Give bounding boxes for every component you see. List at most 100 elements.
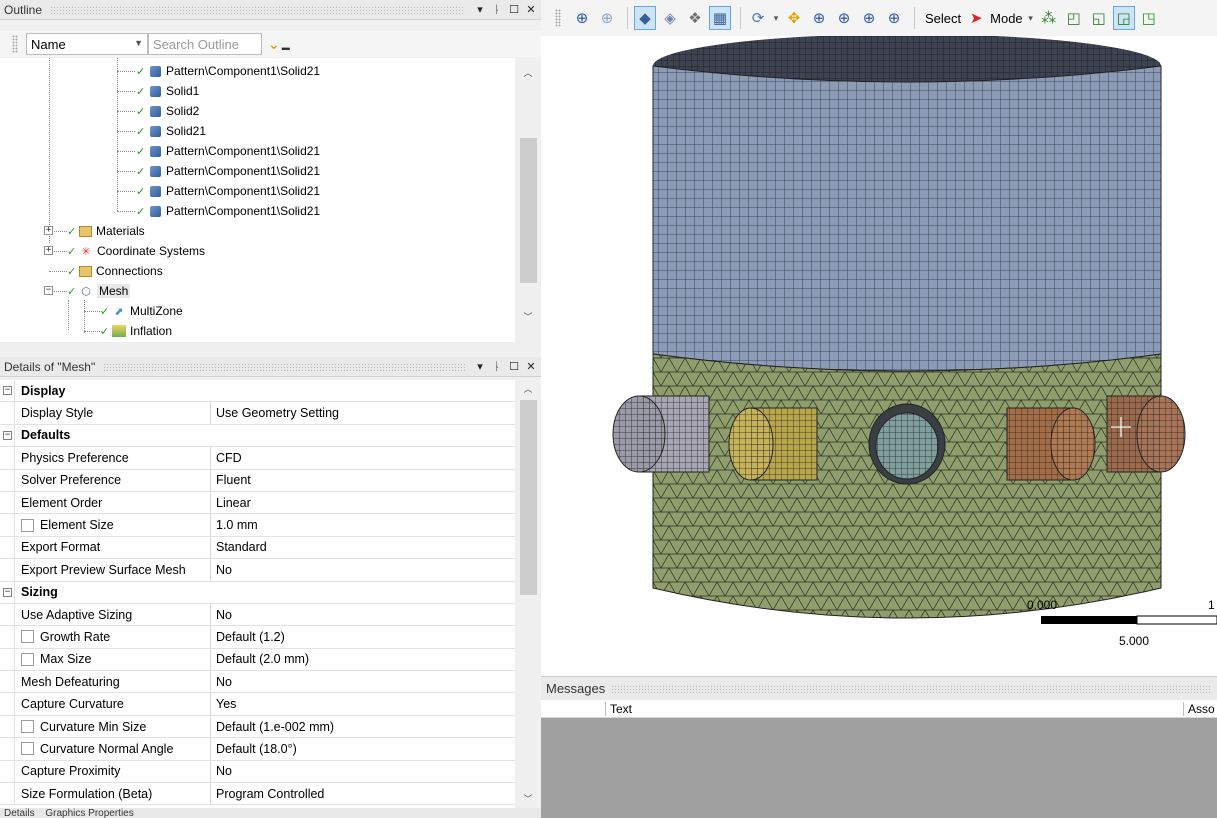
maximize-icon[interactable]: ☐ bbox=[507, 3, 521, 16]
zoom-selection-icon[interactable]: ⊕ bbox=[596, 6, 618, 30]
graphics-viewport[interactable]: 0.000 5.000 1 bbox=[541, 36, 1217, 676]
magnifier-icon[interactable]: ⊕ bbox=[883, 6, 905, 30]
details-property-row[interactable]: Capture Curvature Yes bbox=[0, 693, 515, 716]
details-property-row[interactable]: Curvature Normal Angle Default (18.0°) bbox=[0, 738, 515, 761]
select-label[interactable]: Select bbox=[925, 11, 961, 26]
tree-item-inflation[interactable]: ✓ Inflation bbox=[100, 321, 172, 341]
scroll-thumb[interactable] bbox=[520, 400, 537, 595]
outline-filter-select[interactable]: Name ▼ bbox=[26, 33, 148, 55]
zoom-fit-all-icon[interactable]: ⊕ bbox=[858, 6, 880, 30]
property-value[interactable]: Use Geometry Setting bbox=[211, 402, 515, 423]
property-value[interactable]: No bbox=[211, 671, 515, 692]
box-zoom-icon[interactable]: ⊕ bbox=[833, 6, 855, 30]
property-value[interactable]: Linear bbox=[211, 492, 515, 513]
property-value[interactable]: No bbox=[211, 559, 515, 580]
zoom-to-fit-icon[interactable]: ⊕ bbox=[571, 6, 593, 30]
property-value[interactable]: Yes bbox=[211, 693, 515, 714]
scroll-up-icon[interactable]: ︿ bbox=[518, 380, 538, 398]
parameter-checkbox[interactable] bbox=[21, 518, 34, 532]
panel-grip[interactable] bbox=[50, 5, 465, 14]
property-value[interactable]: Standard bbox=[211, 537, 515, 558]
mode-dropdown-caret-icon[interactable]: ▾ bbox=[1027, 6, 1035, 30]
parameter-checkbox[interactable] bbox=[21, 630, 34, 644]
tree-item-mesh[interactable]: ✓ ⬡ Mesh bbox=[67, 281, 131, 301]
expand-icon[interactable]: + bbox=[44, 226, 53, 235]
parameter-checkbox[interactable] bbox=[21, 742, 34, 756]
details-section-header[interactable]: − Display bbox=[0, 380, 515, 403]
close-icon[interactable]: ✕ bbox=[524, 360, 538, 373]
expand-icon[interactable]: + bbox=[44, 246, 53, 255]
details-property-row[interactable]: Mesh Defeaturing No bbox=[0, 671, 515, 694]
parameter-checkbox[interactable] bbox=[21, 720, 34, 734]
tree-item-solid[interactable]: ✓ Pattern\Component1\Solid21 bbox=[136, 61, 320, 81]
property-value[interactable]: 1.0 mm bbox=[211, 514, 515, 535]
collapse-icon[interactable]: − bbox=[3, 430, 12, 440]
details-property-row[interactable]: Physics Preference CFD bbox=[0, 447, 515, 470]
rotate-icon[interactable]: ⟳ bbox=[747, 6, 769, 30]
body-select-icon[interactable]: ◲ bbox=[1112, 6, 1135, 30]
property-value[interactable]: Default (1.2) bbox=[211, 626, 515, 647]
details-property-row[interactable]: Max Size Default (2.0 mm) bbox=[0, 648, 515, 672]
tree-item-solid[interactable]: ✓ Pattern\Component1\Solid21 bbox=[136, 141, 320, 161]
details-scrollbar[interactable]: ︿ ﹀ bbox=[518, 380, 538, 808]
scroll-up-icon[interactable]: ︿ bbox=[518, 64, 538, 82]
details-property-row[interactable]: Display Style Use Geometry Setting bbox=[0, 402, 515, 425]
tab-graphics-properties[interactable]: Graphics Properties bbox=[45, 808, 133, 818]
tree-item-solid[interactable]: ✓ Pattern\Component1\Solid21 bbox=[136, 201, 320, 221]
search-outline-input[interactable]: Search Outline bbox=[148, 33, 262, 55]
wireframe-view-icon[interactable]: ❖ bbox=[684, 6, 706, 30]
details-property-row[interactable]: Size Formulation (Beta) Program Controlle… bbox=[0, 783, 515, 806]
mesh-model[interactable] bbox=[541, 36, 1217, 676]
solid-view-icon[interactable]: ◆ bbox=[634, 6, 656, 30]
pin-icon[interactable]: ᚿ bbox=[490, 360, 504, 373]
details-property-row[interactable]: Element Size 1.0 mm bbox=[0, 514, 515, 537]
overflow-icon[interactable]: ▬ bbox=[282, 43, 290, 52]
panel-grip[interactable] bbox=[103, 362, 465, 371]
node-select-icon[interactable]: ◳ bbox=[1138, 6, 1160, 30]
details-property-row[interactable]: Export Format Standard bbox=[0, 536, 515, 560]
column-text[interactable]: Text bbox=[605, 702, 632, 716]
scroll-down-icon[interactable]: ﹀ bbox=[518, 308, 538, 326]
details-property-row[interactable]: Element Order Linear bbox=[0, 491, 515, 515]
rotate-dropdown-icon[interactable]: ▾ bbox=[772, 6, 780, 30]
dropdown-icon[interactable]: ▾ bbox=[473, 360, 487, 373]
panel-grip[interactable] bbox=[611, 684, 1211, 693]
tree-item-multizone[interactable]: ✓ ⬈ MultiZone bbox=[100, 301, 183, 321]
close-icon[interactable]: ✕ bbox=[524, 3, 538, 16]
collapse-icon[interactable]: − bbox=[3, 386, 12, 395]
property-value[interactable]: Default (2.0 mm) bbox=[211, 649, 515, 670]
search-options-icon[interactable]: ⌄ bbox=[268, 36, 280, 53]
tree-item-materials[interactable]: ✓ Materials bbox=[67, 221, 145, 241]
parameter-checkbox[interactable] bbox=[21, 652, 34, 666]
property-value[interactable]: No bbox=[211, 604, 515, 625]
mode-dropdown[interactable]: Mode bbox=[990, 11, 1023, 26]
face-select-icon[interactable]: ◱ bbox=[1088, 6, 1110, 30]
collapse-icon[interactable]: − bbox=[3, 587, 12, 597]
property-value[interactable]: Default (18.0°) bbox=[211, 738, 515, 759]
details-property-row[interactable]: Use Adaptive Sizing No bbox=[0, 603, 515, 627]
show-mesh-icon[interactable]: ▦ bbox=[709, 6, 731, 30]
maximize-icon[interactable]: ☐ bbox=[507, 360, 521, 373]
property-value[interactable]: No bbox=[211, 761, 515, 782]
pin-icon[interactable]: ᚿ bbox=[490, 3, 504, 16]
scroll-thumb[interactable] bbox=[520, 138, 537, 283]
tree-item-solid[interactable]: ✓ Pattern\Component1\Solid21 bbox=[136, 181, 320, 201]
details-property-row[interactable]: Export Preview Surface Mesh No bbox=[0, 559, 515, 582]
details-property-row[interactable]: Growth Rate Default (1.2) bbox=[0, 626, 515, 649]
tab-details[interactable]: Details bbox=[4, 808, 35, 818]
outline-scrollbar[interactable]: ︿ ﹀ bbox=[518, 58, 538, 342]
pan-icon[interactable]: ✥ bbox=[783, 6, 805, 30]
tree-item-solid[interactable]: ✓ Pattern\Component1\Solid21 bbox=[136, 161, 320, 181]
toolbar-grip[interactable] bbox=[12, 35, 18, 53]
details-property-row[interactable]: Capture Proximity No bbox=[0, 760, 515, 784]
select-cursor-icon[interactable]: ➤ bbox=[965, 6, 987, 30]
property-value[interactable]: Default (1.e-002 mm) bbox=[211, 716, 515, 737]
details-property-row[interactable]: Curvature Min Size Default (1.e-002 mm) bbox=[0, 715, 515, 739]
dropdown-icon[interactable]: ▾ bbox=[473, 3, 487, 16]
details-section-header[interactable]: − Defaults bbox=[0, 424, 515, 448]
column-association[interactable]: Asso bbox=[1183, 702, 1215, 716]
edge-select-icon[interactable]: ◰ bbox=[1063, 6, 1085, 30]
property-value[interactable]: CFD bbox=[211, 447, 515, 468]
shaded-view-icon[interactable]: ◈ bbox=[659, 6, 681, 30]
property-value[interactable]: Program Controlled bbox=[211, 783, 515, 804]
